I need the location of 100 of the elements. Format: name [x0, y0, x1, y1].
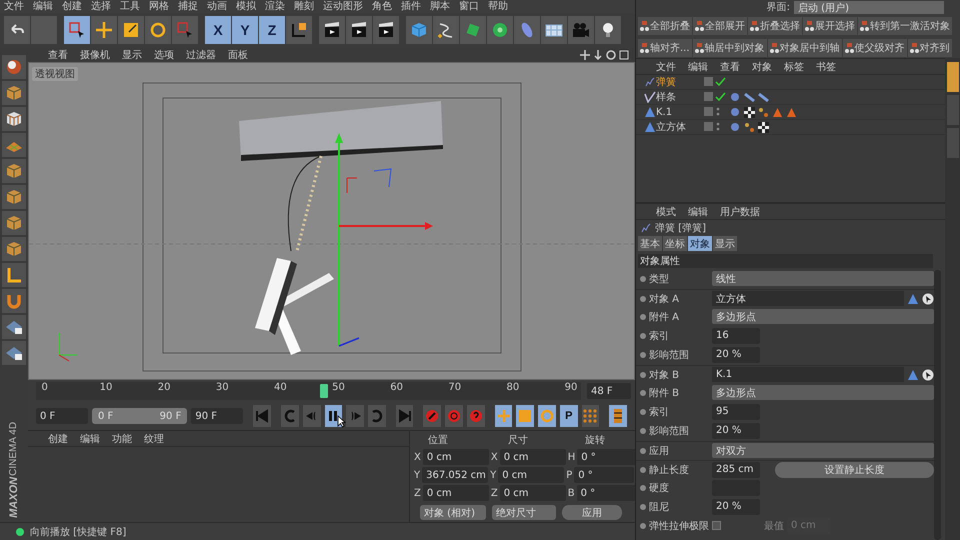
mode-button[interactable]	[2, 289, 26, 313]
maximize-icon[interactable]	[619, 50, 629, 60]
tool-button[interactable]	[595, 16, 621, 44]
keyframe-dot[interactable]	[640, 332, 646, 338]
coordinate-field[interactable]: 0 cm	[498, 467, 564, 483]
menu-item[interactable]: 创建	[62, 0, 82, 13]
menu-item[interactable]: 网格	[149, 0, 169, 13]
menu-item[interactable]: 查看	[720, 60, 740, 74]
playhead[interactable]	[320, 384, 328, 398]
menu-item[interactable]: 编辑	[80, 432, 100, 446]
keyframe-dot[interactable]	[640, 296, 646, 302]
menu-item[interactable]: 用户数据	[720, 204, 760, 218]
keyframe-dot[interactable]	[640, 314, 646, 320]
menu-item[interactable]: 帮助	[488, 0, 508, 13]
command-button[interactable]: 轴居中到对象	[692, 39, 767, 57]
menu-item[interactable]: 运动图形	[323, 0, 363, 13]
menu-item[interactable]: 对象	[752, 60, 772, 74]
menu-item[interactable]: 文件	[4, 0, 24, 13]
keyframe-dot[interactable]	[640, 504, 646, 510]
timeline-ruler[interactable]: 0 10 20 30 40 50 60 70 80 90	[36, 382, 581, 400]
coordinate-field[interactable]: 367.052 cm	[422, 467, 488, 483]
tool-button[interactable]	[319, 16, 345, 44]
move-view-icon[interactable]	[580, 50, 590, 60]
command-button[interactable]: 全部折叠	[638, 17, 692, 35]
coordinate-field[interactable]: 0 cm	[422, 449, 489, 465]
mode-button[interactable]	[2, 211, 26, 235]
object-row[interactable]: 立方体	[636, 120, 945, 135]
menu-item[interactable]: 功能	[112, 432, 132, 446]
tab[interactable]: 显示	[713, 236, 737, 251]
menu-item[interactable]: 文件	[656, 60, 676, 74]
object-row[interactable]: 样条	[636, 90, 945, 105]
keyframe-dot[interactable]	[640, 276, 646, 282]
menu-item[interactable]: 模式	[656, 204, 676, 218]
number-field[interactable]: 16	[712, 328, 760, 344]
coordinate-field[interactable]: 0 °	[577, 449, 638, 465]
tool-button[interactable]	[373, 16, 399, 44]
pick-cursor-icon[interactable]	[922, 292, 934, 304]
enabled-check-icon[interactable]	[704, 92, 726, 102]
dropdown[interactable]: 绝对尺寸	[492, 505, 556, 520]
tab[interactable]: 对象	[688, 236, 712, 251]
menu-item[interactable]: 工具	[120, 0, 140, 13]
keyframe-dot[interactable]	[640, 408, 646, 414]
mode-button[interactable]	[2, 107, 26, 131]
menu-item[interactable]: 书签	[816, 60, 836, 74]
axis-lock-button[interactable]: Y	[232, 16, 258, 44]
tab[interactable]: 基本	[638, 236, 662, 251]
apply-button[interactable]: 应用	[562, 505, 622, 520]
coordinate-field[interactable]: 0 cm	[500, 485, 566, 501]
menu-item[interactable]: 摄像机	[80, 48, 110, 62]
menu-item[interactable]: 创建	[48, 432, 68, 446]
dropdown[interactable]: 对双方	[712, 443, 934, 458]
enabled-check-icon[interactable]	[704, 77, 726, 87]
mode-button[interactable]	[2, 81, 26, 105]
menu-item[interactable]: 捕捉	[178, 0, 198, 13]
mode-button[interactable]	[2, 237, 26, 261]
keyframe-dot[interactable]	[640, 484, 646, 490]
mode-button[interactable]	[2, 315, 26, 339]
number-field[interactable]: 95	[712, 404, 760, 420]
arrow-down-icon[interactable]	[593, 50, 603, 60]
menu-item[interactable]: 纹理	[144, 432, 164, 446]
rotate-view-icon[interactable]	[606, 50, 616, 60]
axis-lock-button[interactable]: Z	[259, 16, 285, 44]
command-button[interactable]: 轴对齐...	[638, 39, 692, 57]
keyframe-dot[interactable]	[640, 448, 646, 454]
command-button[interactable]: 对齐到	[908, 39, 952, 57]
dropdown[interactable]: 对象 (相对)	[420, 505, 486, 520]
transport-button[interactable]	[609, 405, 628, 427]
keyframe-dot[interactable]	[640, 522, 646, 528]
menu-item[interactable]: 渲染	[265, 0, 285, 13]
side-tab[interactable]	[946, 62, 958, 92]
keyframe-dot[interactable]	[640, 390, 646, 396]
menu-item[interactable]: 显示	[122, 48, 142, 62]
current-frame-field[interactable]: 48 F	[587, 383, 631, 399]
dropdown[interactable]: 多边形点	[712, 309, 934, 324]
tool-button[interactable]	[286, 16, 312, 44]
menu-item[interactable]: 动画	[207, 0, 227, 13]
object-row[interactable]: K.1	[636, 105, 945, 120]
tab[interactable]: 坐标	[663, 236, 687, 251]
mode-button[interactable]	[2, 159, 26, 183]
3d-viewport[interactable]: 透视视图	[28, 62, 635, 380]
mode-button[interactable]	[2, 263, 26, 287]
menu-item[interactable]: 脚本	[430, 0, 450, 13]
coordinate-field[interactable]: 0 °	[574, 467, 634, 483]
menu-item[interactable]: 查看	[48, 48, 68, 62]
coordinate-field[interactable]: 0 cm	[422, 485, 489, 501]
menu-item[interactable]: 编辑	[688, 60, 708, 74]
mode-button[interactable]	[2, 341, 26, 365]
command-button[interactable]: 转到第一激活对象	[858, 17, 952, 35]
dropdown[interactable]: 多边形点	[712, 385, 934, 400]
coordinate-field[interactable]: 0 cm	[500, 449, 566, 465]
menu-item[interactable]: 选择	[91, 0, 111, 13]
mode-button[interactable]	[2, 185, 26, 209]
keyframe-dot[interactable]	[640, 352, 646, 358]
dropdown[interactable]: 线性	[712, 271, 934, 286]
menu-item[interactable]: 插件	[401, 0, 421, 13]
set-button[interactable]: 设置静止长度	[775, 462, 934, 478]
object-row[interactable]: 弹簧	[636, 75, 945, 90]
number-field[interactable]: 20 %	[712, 422, 760, 438]
pick-cursor-icon[interactable]	[922, 368, 934, 380]
transport-button[interactable]: P	[560, 405, 578, 427]
